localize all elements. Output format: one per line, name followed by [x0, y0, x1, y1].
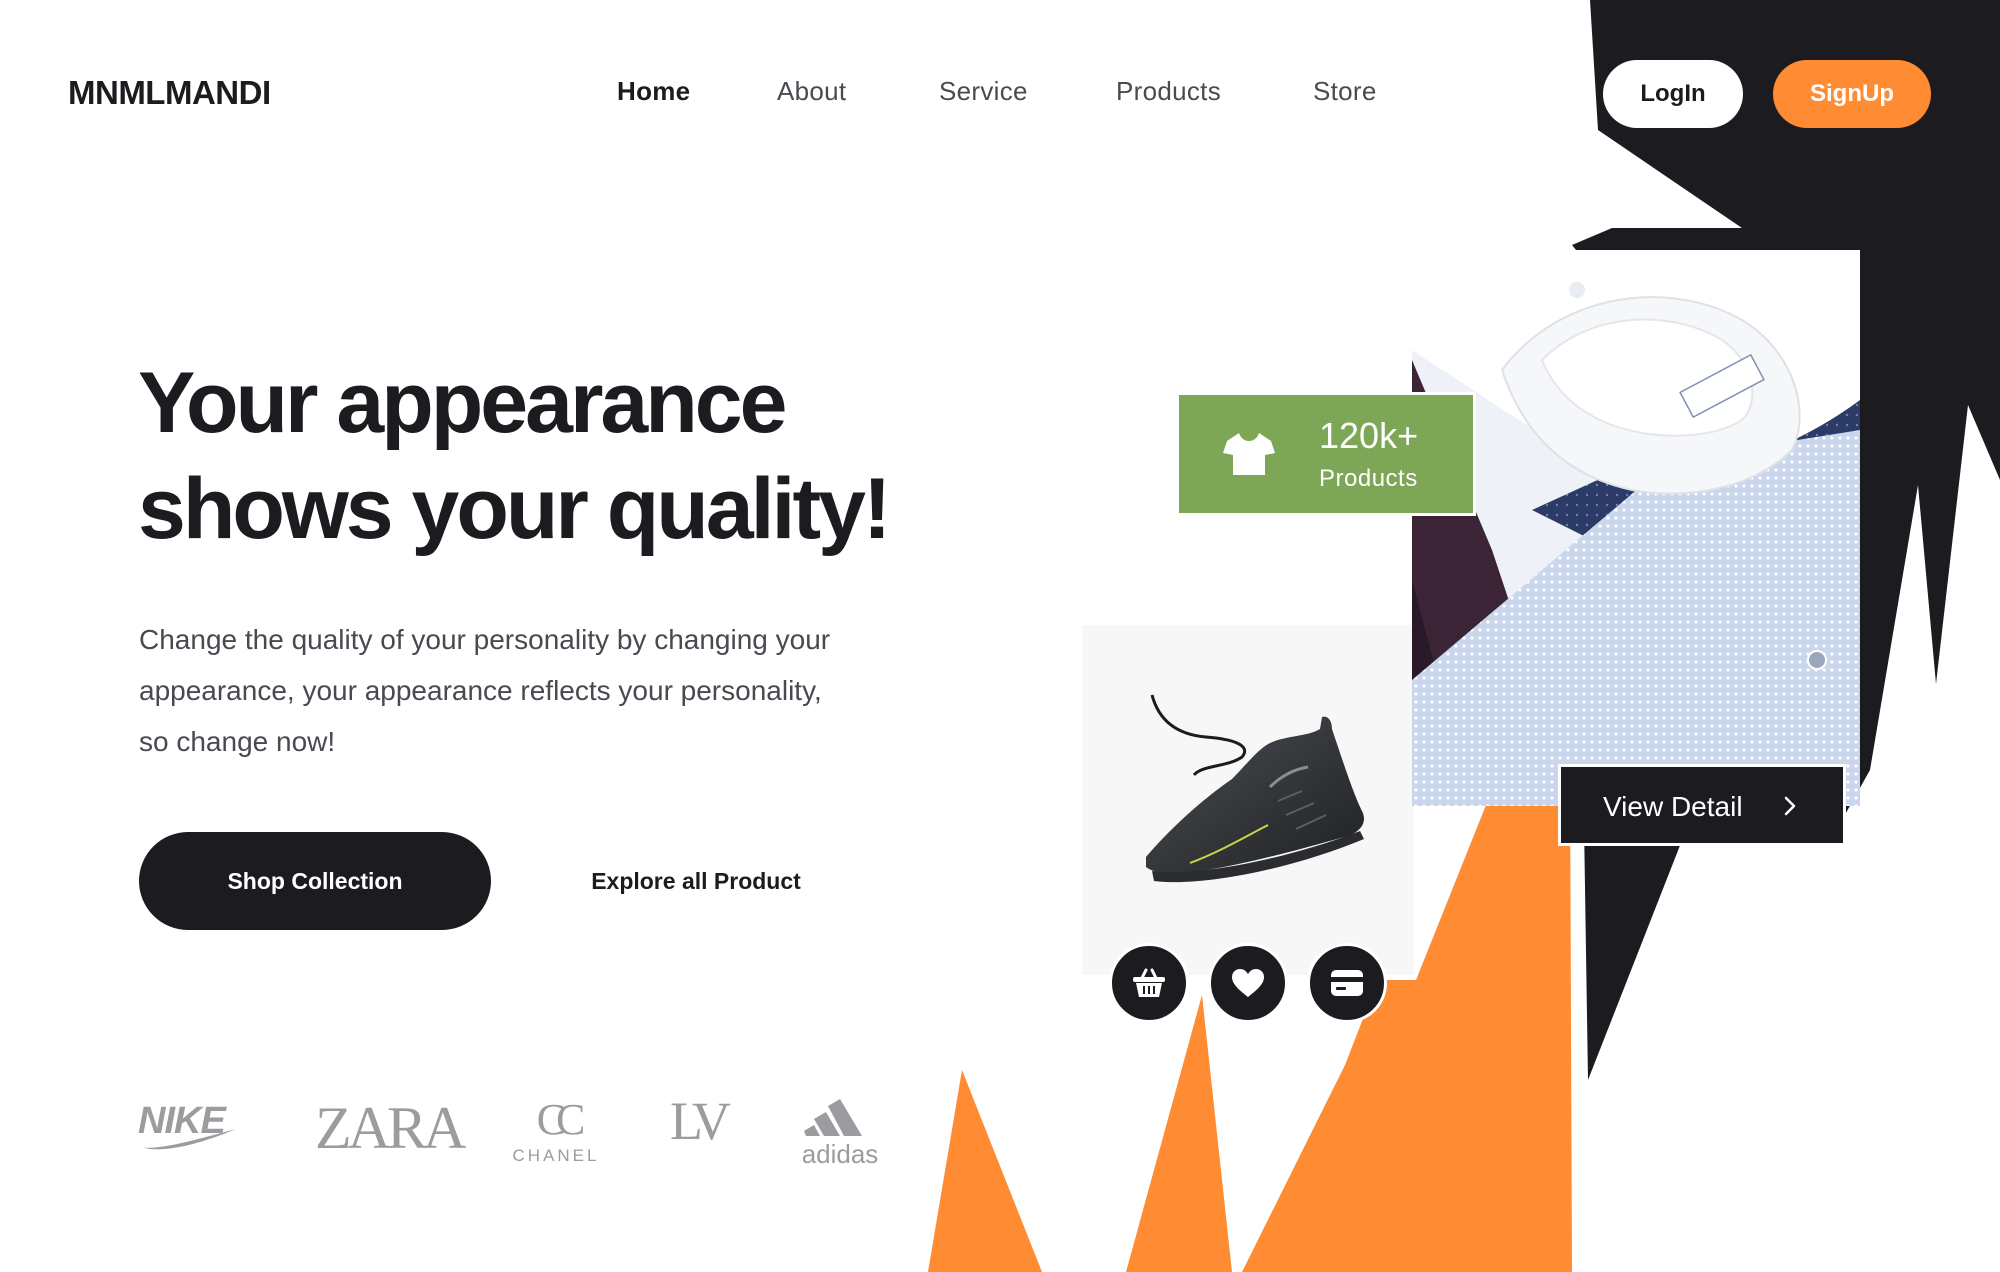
nav-about[interactable]: About [777, 76, 846, 107]
shoe-product-card[interactable] [1082, 625, 1414, 975]
adidas-logo: adidas [796, 1098, 884, 1170]
chanel-cc-mark: CC [536, 1095, 586, 1144]
chanel-wordmark: CHANEL [512, 1146, 600, 1165]
product-count-value: 120k+ [1319, 415, 1419, 456]
headline-line-2: shows your quality! [138, 461, 892, 557]
view-detail-label: View Detail [1603, 791, 1743, 822]
subtext-line-3: so change now! [139, 726, 336, 757]
landing-page: MNMLMANDI Home About Service Products St… [0, 0, 2000, 1272]
chevron-right-icon [1784, 796, 1796, 816]
shop-collection-button[interactable]: Shop Collection [139, 832, 491, 930]
basket-icon [1133, 968, 1165, 997]
explore-products-button[interactable]: Explore all Product [562, 832, 830, 930]
add-to-basket-button[interactable] [1109, 943, 1189, 1023]
zara-logo: ZARA [315, 1095, 466, 1161]
subtext-line-1: Change the quality of your personality b… [139, 624, 831, 655]
nike-logo: NIKE [138, 1100, 238, 1151]
sneaker-image [1146, 694, 1364, 883]
shirt-image [1412, 250, 1860, 806]
subtext-line-2: appearance, your appearance reflects you… [139, 675, 822, 706]
nav-home[interactable]: Home [617, 76, 690, 107]
adidas-stripes-icon [804, 1099, 862, 1136]
shirt-product-card[interactable] [1412, 250, 1860, 806]
product-count-label: Products [1319, 465, 1418, 492]
chanel-logo: CC CHANEL [512, 1098, 600, 1166]
hero-subtext: Change the quality of your personality b… [139, 614, 909, 767]
hero-headline: Your appearance shows your quality! [138, 350, 998, 562]
nav-service[interactable]: Service [939, 76, 1028, 107]
login-button[interactable]: LogIn [1603, 60, 1743, 128]
brand-logo[interactable]: MNMLMANDI [68, 74, 271, 112]
lv-monogram: LV [670, 1091, 731, 1151]
heart-icon [1232, 969, 1264, 997]
payment-card-button[interactable] [1307, 943, 1387, 1023]
nav-store[interactable]: Store [1313, 76, 1377, 107]
view-detail-button[interactable]: View Detail [1558, 764, 1846, 846]
signup-button[interactable]: SignUp [1773, 60, 1931, 128]
tshirt-icon [1223, 433, 1275, 475]
product-count-badge: 120k+ Products [1176, 392, 1476, 516]
adidas-wordmark: adidas [801, 1139, 879, 1169]
louis-vuitton-logo: LV [670, 1091, 731, 1151]
nav-products[interactable]: Products [1116, 76, 1221, 107]
favorite-button[interactable] [1208, 943, 1288, 1023]
headline-line-1: Your appearance [138, 355, 787, 451]
card-icon [1331, 970, 1363, 996]
